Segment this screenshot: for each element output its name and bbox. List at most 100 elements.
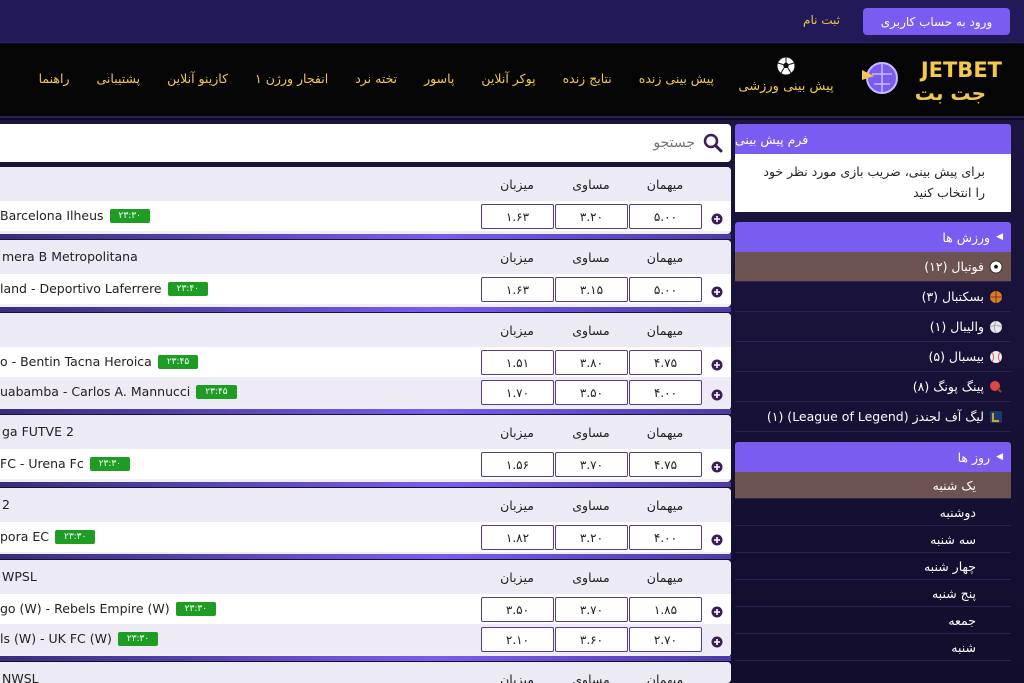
nav-live-results[interactable]: نتایج زنده — [563, 71, 612, 91]
odds-button-draw[interactable]: ۳.۱۵ — [555, 277, 628, 302]
league-name[interactable]: ga FUTVE 2 — [2, 424, 74, 439]
sidebar-item-label: والیبال (۱) — [929, 319, 984, 334]
sidebar-day-saturday[interactable]: شنبه — [735, 634, 1011, 661]
odds-button-home[interactable]: ۱.۶۳ — [481, 277, 554, 302]
odds-button-draw[interactable]: ۳.۸۰ — [555, 350, 628, 375]
nav-pasur[interactable]: پاسور — [424, 71, 454, 91]
soccer-ball-icon — [989, 260, 1003, 273]
match-teams[interactable]: pora EC ۲۳:۳۰ — [0, 529, 96, 545]
expand-plus-icon[interactable] — [711, 210, 723, 225]
expand-plus-icon[interactable] — [711, 283, 723, 298]
sidebar: فرم پیش بینی برای پیش بینی، ضریب بازی مو… — [735, 124, 1011, 683]
odds-button-draw[interactable]: ۳.۵۰ — [555, 380, 628, 405]
sidebar-day-sunday[interactable]: یک شنبه — [735, 472, 1011, 499]
nav-crash-game[interactable]: انفجار ورژن ۱ — [255, 71, 328, 91]
nav-sports-betting[interactable]: پیش بینی ورزشی — [738, 56, 834, 106]
sidebar-item-baseball[interactable]: بیسبال (۵) — [735, 342, 1011, 372]
match-time-badge: ۲۳:۳۰ — [175, 601, 217, 616]
match-teams[interactable]: Barcelona Ilheus ۲۳:۳۰ — [0, 208, 150, 224]
odds-button-home[interactable]: ۱.۵۶ — [481, 452, 554, 477]
match-time-badge: ۲۳:۳۰ — [89, 456, 131, 471]
odds-button-draw[interactable]: ۳.۷۰ — [555, 452, 628, 477]
league-name[interactable]: NWSL — [2, 671, 39, 683]
odds-button-away[interactable]: ۱.۸۵ — [629, 597, 702, 622]
sidebar-day-friday[interactable]: جمعه — [735, 607, 1011, 634]
league-block: میهمان مساوی میزبان Barcelona Ilheus ۲۳:۳۰ ۱.… — [0, 167, 731, 234]
sidebar-day-thursday[interactable]: پنج شنبه — [735, 580, 1011, 607]
nav-online-poker[interactable]: پوکر آنلاین — [481, 71, 535, 91]
match-teams[interactable]: ls (W) - UK FC (W) ۲۳:۳۰ — [0, 631, 159, 647]
odds-button-away[interactable]: ۴.۷۵ — [629, 350, 702, 375]
league-block: WPSL میهمان مساوی میزبان go (W) - Rebels Emp… — [0, 560, 731, 657]
odds-button-away[interactable]: ۴.۰۰ — [629, 525, 702, 550]
match-teams[interactable]: go (W) - Rebels Empire (W) ۲۳:۳۰ — [0, 601, 217, 617]
nav-backgammon[interactable]: تخته نرد — [355, 71, 397, 91]
sidebar-day-wednesday[interactable]: چهار شنبه — [735, 553, 1011, 580]
odds-button-home[interactable]: ۱.۷۰ — [481, 380, 554, 405]
column-label-away: میهمان — [646, 323, 684, 338]
column-label-away: میهمان — [646, 177, 684, 192]
search-icon[interactable] — [703, 133, 723, 153]
sports-header[interactable]: ◀ ورزش ها — [735, 222, 1011, 252]
league-name[interactable]: WPSL — [2, 569, 37, 584]
sidebar-item-football[interactable]: فوتبال (۱۲) — [735, 252, 1011, 282]
odds-button-draw[interactable]: ۳.۲۰ — [555, 204, 628, 229]
expand-plus-icon[interactable] — [711, 633, 723, 648]
register-link[interactable]: ثبت نام — [803, 13, 840, 27]
match-teams[interactable]: uabamba - Carlos A. Mannucci ۲۳:۴۵ — [0, 384, 237, 400]
search-bar — [0, 124, 731, 162]
search-input[interactable] — [395, 135, 695, 151]
jetbet-logo[interactable]: JETBET جت بت — [852, 56, 1002, 105]
odds-button-away[interactable]: ۴.۰۰ — [629, 380, 702, 405]
nav-live-betting[interactable]: پیش بینی زنده — [639, 71, 714, 91]
match-teams[interactable]: land - Deportivo Laferrere ۲۳:۴۰ — [0, 281, 208, 297]
nav-help[interactable]: راهنما — [39, 71, 70, 91]
match-time-badge: ۲۳:۴۰ — [167, 281, 208, 296]
odds-button-home[interactable]: ۱.۶۳ — [481, 204, 554, 229]
match-time-badge: ۲۳:۳۰ — [109, 208, 150, 223]
odds-button-draw[interactable]: ۳.۶۰ — [555, 627, 628, 652]
league-name[interactable]: mera B Metropolitana — [2, 249, 138, 264]
match-teams[interactable]: FC - Urena Fc ۲۳:۳۰ — [0, 456, 131, 472]
expand-plus-icon[interactable] — [711, 531, 723, 546]
odds-button-away[interactable]: ۲.۷۰ — [629, 627, 702, 652]
league-header: 2 میهمان مساوی میزبان — [0, 488, 731, 522]
league-divider — [0, 656, 731, 661]
sidebar-day-tuesday[interactable]: سه شنبه — [735, 526, 1011, 553]
expand-plus-icon[interactable] — [711, 458, 723, 473]
league-name[interactable]: 2 — [2, 497, 10, 512]
league-header: میهمان مساوی میزبان — [0, 167, 731, 201]
match-teams[interactable]: o - Bentin Tacna Heroica ۲۳:۴۵ — [0, 354, 199, 370]
days-header[interactable]: ◀ روز ها — [735, 442, 1011, 472]
match-teams-label: ls (W) - UK FC (W) — [0, 631, 112, 646]
expand-plus-icon[interactable] — [711, 356, 723, 371]
league-block: NWSL میهمان مساوی میزبان — [0, 662, 731, 683]
sidebar-item-label: بیسبال (۵) — [928, 349, 984, 364]
expand-plus-icon[interactable] — [711, 603, 723, 618]
odds-button-away[interactable]: ۴.۷۵ — [629, 452, 702, 477]
match-teams-label: go (W) - Rebels Empire (W) — [0, 601, 170, 616]
sports-header-label: ورزش ها — [942, 229, 991, 245]
nav-online-casino[interactable]: کازینو آنلاین — [167, 71, 228, 91]
expand-plus-icon[interactable] — [711, 386, 723, 401]
odds-button-draw[interactable]: ۳.۷۰ — [555, 597, 628, 622]
match-teams-label: Barcelona Ilheus — [0, 208, 104, 223]
odds-button-draw[interactable]: ۳.۲۰ — [555, 525, 628, 550]
nav-support[interactable]: پشتیبانی — [97, 71, 141, 91]
odds-button-home[interactable]: ۲.۱۰ — [481, 627, 554, 652]
login-button[interactable]: ورود به حساب کاربری — [863, 8, 1010, 35]
column-label-away: میهمان — [646, 250, 684, 265]
match-teams-label: uabamba - Carlos A. Mannucci — [0, 384, 191, 399]
sidebar-item-volleyball[interactable]: والیبال (۱) — [735, 312, 1011, 342]
odds-button-home[interactable]: ۳.۵۰ — [481, 597, 554, 622]
sidebar-item-league-of-legends[interactable]: لیگ آف لجندز (League of Legend) (۱) — [735, 402, 1011, 432]
odds-button-away[interactable]: ۵.۰۰ — [629, 204, 702, 229]
sidebar-item-ping-pong[interactable]: پینگ پونگ (۸) — [735, 372, 1011, 402]
sidebar-item-basketball[interactable]: بسکتبال (۳) — [735, 282, 1011, 312]
match-row: go (W) - Rebels Empire (W) ۲۳:۳۰ ۳.۵۰ ۳.۷۰ ۱… — [0, 594, 731, 624]
odds-button-home[interactable]: ۱.۵۱ — [481, 350, 554, 375]
odds-button-home[interactable]: ۱.۸۲ — [481, 525, 554, 550]
sidebar-day-monday[interactable]: دوشنبه — [735, 499, 1011, 526]
sidebar-item-label: لیگ آف لجندز (League of Legend) (۱) — [766, 409, 984, 424]
odds-button-away[interactable]: ۵.۰۰ — [629, 277, 702, 302]
